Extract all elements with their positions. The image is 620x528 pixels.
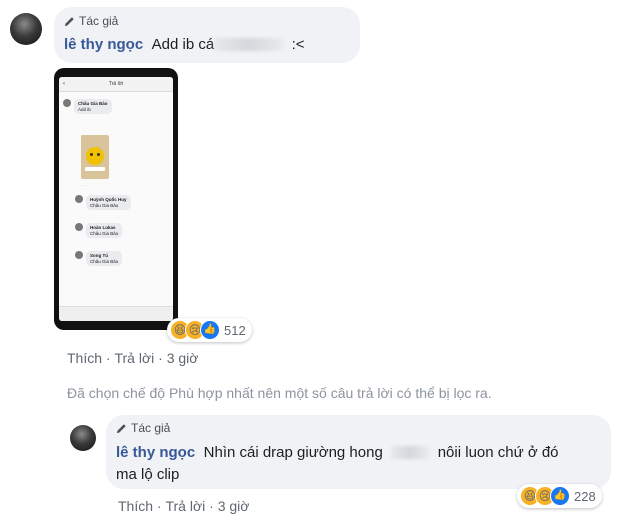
like-link[interactable]: Thích [118,498,153,514]
pencil-icon [116,423,126,433]
phone-reply-1: Huỳnh Quốc Huy Châu Gia Bảo [75,195,131,210]
phone-header: ‹ Trả lời [59,77,173,92]
reaction-summary[interactable]: 😆 😢 👍 512 [167,318,252,342]
comment-text-start: Add ib cá [151,36,215,53]
phone-header-title: Trả lời [108,81,124,87]
phone-avatar [63,99,71,107]
reply-link[interactable]: Trả lời [165,498,205,514]
comment-author-name[interactable]: lê thy ngọc [64,36,143,53]
phone-photo [81,135,109,179]
phone-reply-3: Song Tú Châu Gia Bảo [75,251,123,266]
comment-actions: Thích · Trả lời · 3 giờ [67,350,199,366]
filter-notice: Đã chọn chế độ Phù hợp nhất nên một số c… [67,385,492,401]
reply-text-part1: Nhìn cái drap giường hong [203,444,383,461]
phone-reply-name: Huỳnh Quốc Huy [90,197,127,202]
like-link[interactable]: Thích [67,350,102,366]
reply-bubble: Tác giả lê thy ngọc Nhìn cái drap giường… [106,415,611,489]
reply-reaction-summary[interactable]: 😆 😢 👍 228 [517,484,602,508]
reply-avatar[interactable] [70,425,96,451]
reply-link[interactable]: Trả lời [114,350,154,366]
phone-reply-text: Châu Gia Bảo [90,230,119,236]
author-badge-label: Tác giả [131,421,171,435]
phone-reply-2: Hoàn Lukas Châu Gia Bảo [75,223,123,238]
back-arrow-icon: ‹ [63,81,65,87]
phone-poster-text: Add ib [78,106,91,112]
blurred-text [391,446,430,460]
like-reaction-icon: 👍 [200,320,220,340]
author-badge-label: Tác giả [79,14,119,28]
attached-screenshot-image[interactable]: ‹ Trả lời Châu Gia Bảo Add ib · · · Huỳnh… [54,68,178,330]
blurred-text [214,38,285,52]
author-badge: Tác giả [64,14,118,28]
pencil-icon [64,16,74,26]
reply-author-name[interactable]: lê thy ngọc [116,444,195,461]
phone-input-bar [59,306,173,321]
reply-text-part2: nôii luon chứ ở đó [437,444,559,461]
reaction-count: 512 [224,322,246,338]
comment-text-end: :< [291,36,305,53]
comment-bubble: Tác giả lê thy ngọc Add ib cá :< [54,7,360,63]
phone-reply-text: Châu Gia Bảo [90,202,119,208]
phone-post: Châu Gia Bảo Add ib [63,99,112,114]
phone-meta: · · · [81,183,88,188]
reply-reaction-count: 228 [574,488,596,504]
phone-reply-text: Châu Gia Bảo [90,258,119,264]
phone-reply-name: Hoàn Lukas [90,225,116,230]
like-reaction-icon: 👍 [550,486,570,506]
commenter-avatar[interactable] [10,13,42,45]
timestamp-link[interactable]: 3 giờ [218,498,250,514]
timestamp-link[interactable]: 3 giờ [167,350,199,366]
reply-text-line2: ma lộ clip [116,466,180,483]
reply-actions: Thích · Trả lời · 3 giờ [118,498,250,514]
phone-screen: ‹ Trả lời Châu Gia Bảo Add ib · · · Huỳnh… [59,77,173,321]
phone-poster-name: Châu Gia Bảo [78,101,108,106]
author-badge: Tác giả [116,421,170,435]
